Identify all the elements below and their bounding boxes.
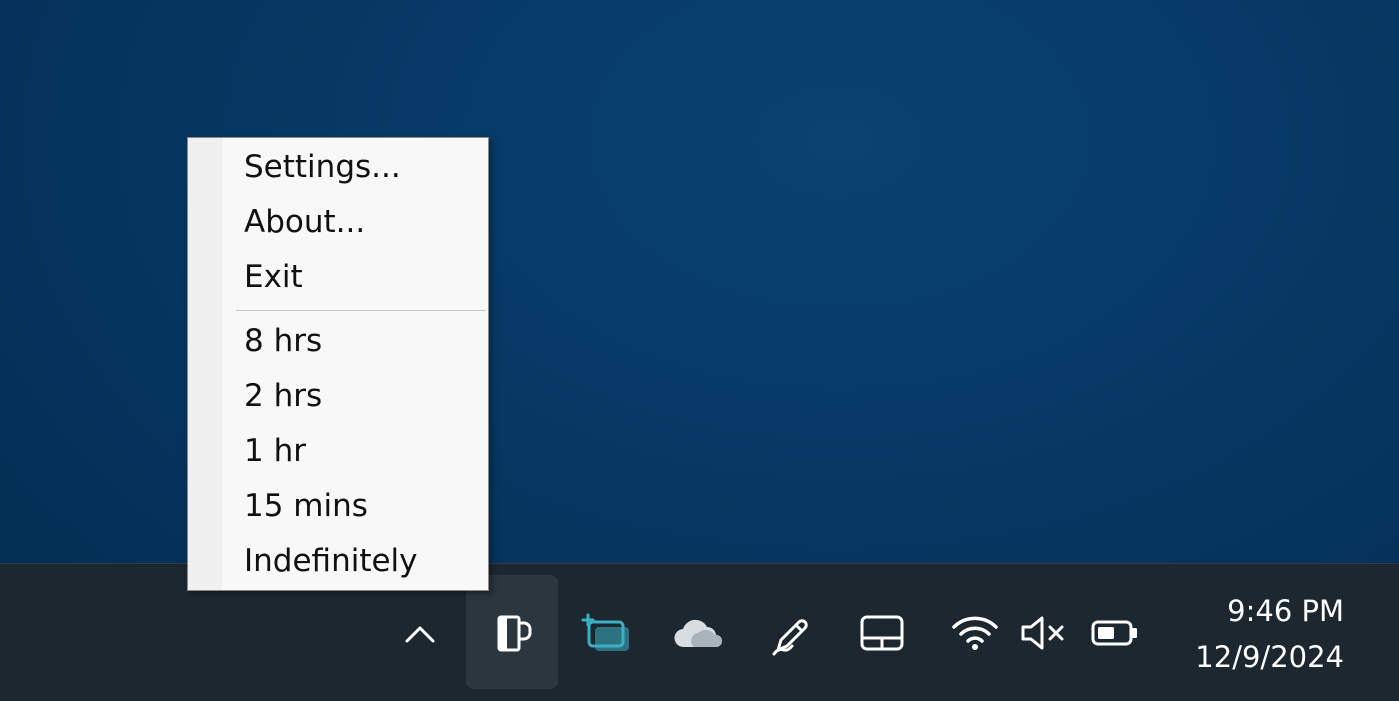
menu-item-2-hrs[interactable]: 2 hrs xyxy=(222,369,488,423)
menu-item-15-mins[interactable]: 15 mins xyxy=(222,479,488,533)
chevron-up-icon[interactable] xyxy=(398,612,442,656)
screen-snip-icon[interactable] xyxy=(578,608,634,660)
menu-item-exit[interactable]: Exit xyxy=(222,250,488,304)
battery-icon[interactable] xyxy=(1088,612,1142,654)
wifi-icon[interactable] xyxy=(948,610,1002,656)
menu-item-1-hr[interactable]: 1 hr xyxy=(222,424,488,478)
pen-icon[interactable] xyxy=(764,608,816,660)
tray-context-menu: Settings... About... Exit 8 hrs 2 hrs 1 … xyxy=(187,137,489,591)
menu-separator xyxy=(236,310,486,311)
volume-muted-icon[interactable] xyxy=(1018,610,1070,656)
menu-item-indefinitely[interactable]: Indefinitely xyxy=(222,534,488,588)
onedrive-cloud-icon[interactable] xyxy=(670,614,726,654)
clock-date: 12/9/2024 xyxy=(1195,640,1344,674)
system-clock[interactable]: 9:46 PM 12/9/2024 xyxy=(1195,588,1344,680)
menu-item-settings[interactable]: Settings... xyxy=(222,140,488,194)
menu-item-about[interactable]: About... xyxy=(222,195,488,249)
menu-item-8-hrs[interactable]: 8 hrs xyxy=(222,314,488,368)
clock-time: 9:46 PM xyxy=(1227,594,1344,628)
menu-gutter xyxy=(188,138,222,590)
coffee-mug-icon[interactable] xyxy=(482,604,542,664)
touchpad-icon[interactable] xyxy=(856,610,908,656)
